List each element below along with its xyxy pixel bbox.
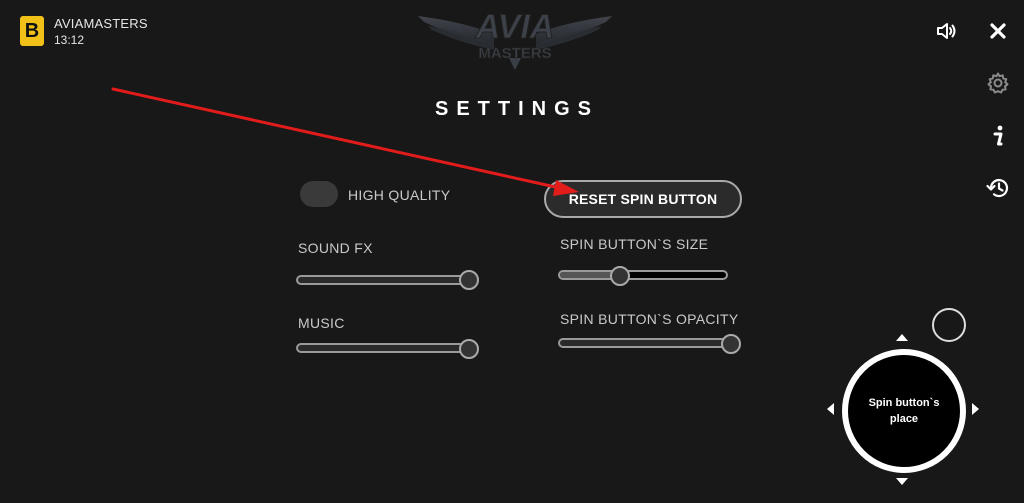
clock-time: 13:12 bbox=[54, 33, 85, 47]
logo-text-avia: AVIA bbox=[475, 8, 555, 46]
reset-spin-button[interactable]: RESET SPIN BUTTON bbox=[544, 180, 742, 218]
info-icon bbox=[993, 125, 1003, 146]
spin-opacity-slider-thumb[interactable] bbox=[721, 334, 741, 354]
game-logo: AVIA MASTERS bbox=[418, 8, 612, 70]
spin-place-text-line2: place bbox=[889, 413, 919, 425]
sound-fx-slider-thumb[interactable] bbox=[459, 270, 479, 290]
move-right-arrow-icon[interactable] bbox=[972, 403, 979, 415]
high-quality-toggle[interactable] bbox=[300, 181, 338, 207]
music-label: MUSIC bbox=[298, 315, 345, 331]
spin-button-preview[interactable] bbox=[932, 308, 966, 342]
move-left-arrow-icon[interactable] bbox=[827, 403, 834, 415]
app-name: AVIAMASTERS bbox=[54, 16, 148, 31]
history-button[interactable] bbox=[984, 174, 1012, 202]
logo-text-masters: MASTERS bbox=[478, 45, 551, 62]
speaker-icon bbox=[937, 23, 956, 39]
close-icon bbox=[990, 23, 1006, 39]
spin-button-place[interactable]: Spin button`s place bbox=[842, 349, 966, 473]
sound-toggle-button[interactable] bbox=[932, 17, 960, 45]
info-button[interactable] bbox=[984, 122, 1012, 150]
brand-logo-badge: B bbox=[20, 16, 44, 46]
settings-title: SETTINGS bbox=[434, 98, 599, 120]
settings-button[interactable] bbox=[984, 69, 1012, 97]
sound-fx-label: SOUND FX bbox=[298, 240, 373, 256]
spin-opacity-slider[interactable] bbox=[558, 338, 738, 348]
close-button[interactable] bbox=[984, 17, 1012, 45]
music-slider[interactable] bbox=[296, 343, 476, 353]
spin-size-slider-thumb[interactable] bbox=[610, 266, 630, 286]
spin-opacity-label: SPIN BUTTON`S OPACITY bbox=[560, 311, 739, 327]
spin-place-text-line1: Spin button`s bbox=[868, 397, 940, 409]
music-slider-thumb[interactable] bbox=[459, 339, 479, 359]
move-up-arrow-icon[interactable] bbox=[896, 334, 908, 341]
spin-size-label: SPIN BUTTON`S SIZE bbox=[560, 236, 709, 252]
sound-fx-slider[interactable] bbox=[296, 275, 476, 285]
history-icon bbox=[986, 179, 1009, 198]
move-down-arrow-icon[interactable] bbox=[896, 478, 908, 485]
high-quality-label: HIGH QUALITY bbox=[348, 187, 451, 203]
gear-icon bbox=[987, 72, 1009, 94]
